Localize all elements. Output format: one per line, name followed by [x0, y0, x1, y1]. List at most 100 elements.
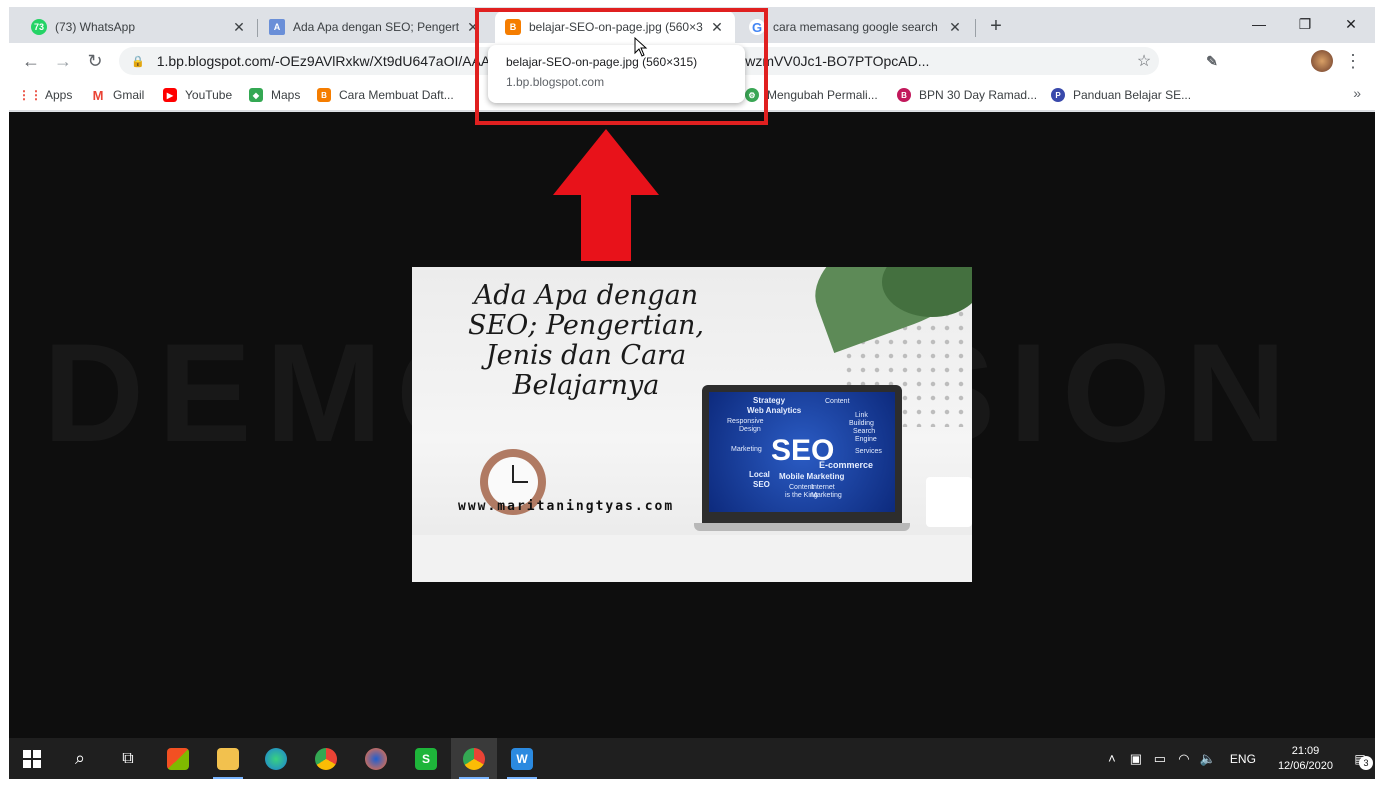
taskbar-clock[interactable]: 21:09 12/06/2020	[1278, 744, 1333, 774]
more-bookmarks-icon[interactable]: »	[1353, 85, 1361, 101]
bpn-icon: B	[897, 88, 911, 102]
image-headline: Ada Apa dengan SEO; Pengertian, Jenis da…	[467, 280, 705, 401]
screen-word: Building	[849, 420, 874, 427]
folder-icon	[217, 747, 239, 770]
screen-word: Responsive	[727, 418, 764, 425]
tab-seo-article[interactable]: A Ada Apa dengan SEO; Pengertian ✕	[259, 11, 491, 43]
browser-window: 73 (73) WhatsApp ✕ A Ada Apa dengan SEO;…	[9, 7, 1375, 779]
bookmark-cara-membuat[interactable]: B Cara Membuat Daft...	[317, 85, 454, 105]
system-tray: ˄ ▣ ▭ ◠ 🔈 ENG 21:09 12/06/2020 ▤ 3	[1100, 738, 1375, 779]
taskbar-app-w[interactable]: W	[499, 738, 545, 779]
language-indicator[interactable]: ENG	[1230, 752, 1256, 766]
bookmark-youtube[interactable]: ▶ YouTube	[163, 85, 232, 105]
search-icon: ⌕	[74, 748, 86, 768]
taskbar-store[interactable]	[155, 738, 201, 779]
screen-word: Mobile Marketing	[779, 472, 845, 481]
running-indicator	[507, 777, 537, 779]
site-icon: A	[269, 19, 285, 35]
volume-icon[interactable]: 🔈	[1196, 751, 1220, 767]
bookmark-maps[interactable]: ◆ Maps	[249, 85, 300, 105]
firefox-icon	[365, 747, 387, 770]
profile-avatar[interactable]	[1311, 50, 1333, 72]
battery-icon[interactable]: ▭	[1148, 751, 1172, 767]
screen-word: Content	[789, 484, 814, 491]
image-site-url: www.maritaningtyas.com	[458, 499, 675, 514]
tab-whatsapp[interactable]: 73 (73) WhatsApp ✕	[21, 11, 257, 43]
menu-kebab-icon[interactable]: ⋮	[1341, 49, 1365, 73]
running-indicator	[459, 777, 489, 779]
forward-button[interactable]: →	[51, 49, 75, 73]
screen-seo-text: SEO	[771, 434, 835, 467]
close-window-button[interactable]: ✕	[1331, 13, 1371, 35]
laptop: Strategy Web Analytics Content Responsiv…	[702, 385, 902, 523]
tab-title: cara memasang google search co	[773, 20, 941, 34]
bookmark-label: Panduan Belajar SE...	[1073, 88, 1192, 102]
notifications-button[interactable]: ▤ 3	[1345, 752, 1375, 770]
bookmark-label: Maps	[271, 88, 301, 102]
screen-word: Internet	[811, 484, 835, 491]
taskbar-firefox[interactable]	[353, 738, 399, 779]
taskbar-chrome[interactable]	[303, 738, 349, 779]
screen-word: Services	[855, 448, 882, 455]
bookmark-label: BPN 30 Day Ramad...	[919, 88, 1038, 102]
search-button[interactable]: ⌕	[57, 738, 103, 779]
extension-m-icon[interactable]: M	[1171, 52, 1189, 70]
screen-word: Marketing	[731, 446, 762, 453]
extension-k-icon[interactable]: K	[1235, 52, 1253, 70]
app-w-icon: W	[511, 747, 533, 770]
youtube-icon: ▶	[163, 88, 177, 102]
notification-count: 3	[1359, 755, 1373, 770]
wifi-icon[interactable]: ◠	[1172, 751, 1196, 767]
tab-title: Ada Apa dengan SEO; Pengertian	[293, 20, 459, 34]
lock-icon: 🔒	[131, 55, 145, 68]
tab-separator	[257, 19, 258, 37]
taskbar-app-s[interactable]: S	[403, 738, 449, 779]
desk-surface	[412, 535, 972, 582]
windows-taskbar: ⌕ ⧉ S W ˄ ▣ ▭ ◠ 🔈 ENG 21:09 12/06/2020 ▤…	[9, 738, 1375, 779]
reload-button[interactable]: ↻	[83, 49, 107, 73]
bookmark-gmail[interactable]: M Gmail	[91, 85, 145, 105]
task-view-button[interactable]: ⧉	[105, 738, 151, 779]
tab-google-search[interactable]: G cara memasang google search co ✕	[739, 11, 973, 43]
screen-word: Content	[825, 398, 850, 405]
blogger-icon: B	[317, 88, 331, 102]
start-button[interactable]	[9, 738, 55, 779]
displayed-image: Ada Apa dengan SEO; Pengertian, Jenis da…	[412, 267, 972, 582]
bookmark-bpn[interactable]: B BPN 30 Day Ramad...	[897, 85, 1037, 105]
new-tab-button[interactable]: +	[985, 15, 1007, 37]
bookmark-apps[interactable]: ⋮⋮ Apps	[18, 85, 73, 105]
taskbar-chrome-active[interactable]	[451, 738, 497, 779]
screen-word: Search	[853, 428, 876, 435]
screen-word: Local	[749, 470, 770, 479]
screen-word: SEO	[753, 480, 770, 489]
screen-word: Strategy	[753, 396, 786, 405]
whatsapp-icon: 73	[31, 19, 47, 35]
restore-button[interactable]: ❐	[1285, 13, 1325, 35]
clock-time: 21:09	[1291, 744, 1320, 757]
mouse-cursor-icon	[634, 37, 648, 57]
extension-counter-icon[interactable]: 0	[1267, 52, 1285, 70]
bookmark-label: Gmail	[113, 88, 145, 102]
chrome-icon	[315, 747, 337, 770]
taskbar-explorer[interactable]	[205, 738, 251, 779]
panduan-icon: P	[1051, 88, 1065, 102]
bookmark-label: Cara Membuat Daft...	[339, 88, 454, 102]
camera-icon[interactable]: ▣	[1124, 751, 1148, 767]
laptop-screen: Strategy Web Analytics Content Responsiv…	[709, 392, 895, 512]
bookmark-label: Mengubah Permali...	[767, 88, 878, 102]
bookmark-star-icon[interactable]: ☆	[1129, 51, 1159, 71]
minimize-button[interactable]: —	[1239, 13, 1279, 35]
task-view-icon: ⧉	[122, 749, 134, 767]
running-indicator	[213, 777, 243, 779]
close-icon[interactable]: ✕	[231, 19, 247, 36]
taskbar-edge[interactable]	[253, 738, 299, 779]
bookmark-panduan[interactable]: P Panduan Belajar SE...	[1051, 85, 1191, 105]
apps-grid-icon: ⋮⋮	[18, 88, 42, 102]
page-viewport: DEMO VERSION Ada Apa dengan SEO; Pengert…	[9, 112, 1375, 738]
tab-title: (73) WhatsApp	[55, 20, 136, 34]
eyedropper-icon[interactable]: ✎	[1203, 52, 1221, 70]
close-icon[interactable]: ✕	[947, 19, 963, 36]
bookmark-label: Apps	[45, 88, 73, 102]
chevron-up-icon[interactable]: ˄	[1100, 751, 1124, 766]
back-button[interactable]: ←	[19, 49, 43, 73]
